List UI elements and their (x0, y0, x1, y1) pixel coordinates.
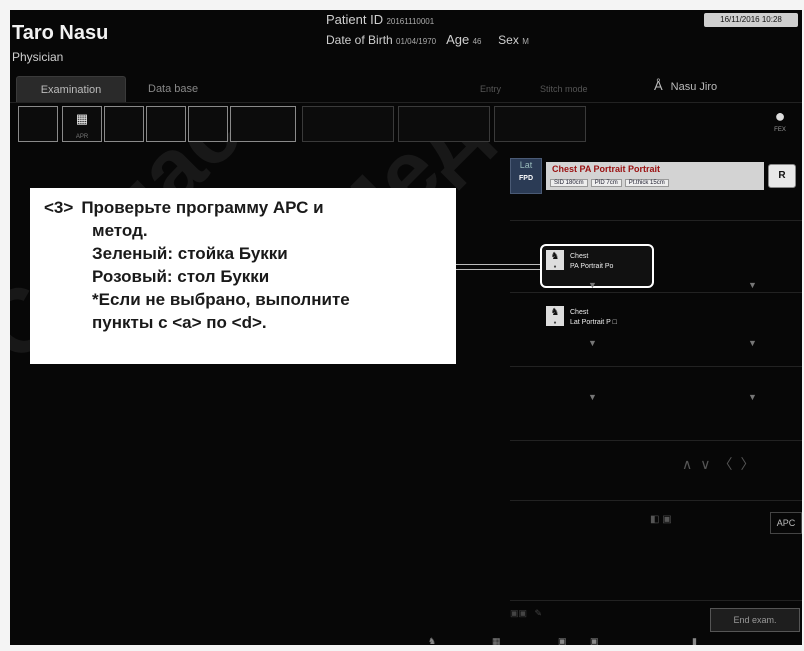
series-divider-6 (510, 600, 802, 601)
dob-value: 01/04/1970 (396, 37, 437, 46)
expand-triangle-6[interactable]: ▼ (748, 392, 757, 402)
age-value: 46 (472, 37, 482, 46)
fpd-bottom: FPD (519, 175, 533, 182)
footer-icon-2[interactable]: ▦ (492, 636, 501, 645)
image-slot-3[interactable] (104, 106, 144, 142)
thumb-pa-line2: PA Portrait Po (570, 263, 614, 270)
series-title: Chest PA Portrait Portrait (552, 164, 661, 174)
image-slot-7[interactable] (302, 106, 394, 142)
user-name: Taro Nasu (12, 22, 109, 44)
series-divider-3 (510, 366, 802, 367)
slot-sub-label: APR (75, 134, 89, 140)
callout-line-4: Розовый: стол Букки (92, 267, 270, 286)
image-slot-6[interactable] (230, 106, 296, 142)
pid-value: PID 7cm (590, 179, 622, 187)
callout-line-6: пункты с <a> по <d>. (92, 313, 267, 332)
person-icon: Å (654, 78, 663, 93)
expand-triangle-3[interactable]: ▼ (588, 338, 597, 348)
radiation-icon[interactable]: ● FEX (768, 106, 792, 133)
image-slot-2[interactable]: ▦ APR (62, 106, 102, 142)
grid-icon: ▦ (75, 111, 89, 126)
image-slot-8[interactable] (398, 106, 490, 142)
expand-triangle-5[interactable]: ▼ (588, 392, 597, 402)
footer-icon-5[interactable]: ▮ (692, 636, 697, 645)
datetime-display: 16/11/2016 10:28 (704, 13, 798, 27)
fpd-selector[interactable]: Lat FPD (510, 158, 542, 194)
footer-icon-4[interactable]: ▣ (590, 636, 599, 645)
bottom-tool-icons[interactable]: ▣▣ ✎ (510, 608, 542, 619)
image-slot-4[interactable] (146, 106, 186, 142)
operator-name: Nasu Jiro (670, 81, 718, 93)
radiation-icon-label: FEX (774, 127, 786, 133)
stitch-mode-label: Stitch mode (540, 84, 588, 94)
protocol-thumb-lat[interactable]: ♞ ● Chest Lat Portrait P □ (542, 302, 642, 336)
image-slot-9[interactable] (494, 106, 586, 142)
image-slot-5[interactable] (188, 106, 228, 142)
examination-screen: Сейчас Мед Taro Nasu Physician Patient I… (10, 10, 802, 645)
callout-text: <3> Проверьте программу АРС и метод. Зеле… (44, 196, 450, 334)
series-divider-5 (510, 500, 802, 501)
entry-label: Entry (480, 84, 502, 94)
apc-button[interactable]: APC (770, 512, 802, 534)
footer-icon-3[interactable]: ▣ (558, 636, 567, 645)
series-header[interactable]: Chest PA Portrait Portrait SID 180cm PID… (546, 162, 764, 190)
film-controls[interactable]: ◧ ▣ (650, 514, 672, 525)
callout-line-2: метод. (92, 221, 148, 240)
chest-icon-2: ♞ ● (546, 306, 564, 326)
thumb-label-lat: Chest Lat Portrait P □ (570, 309, 617, 326)
callout-step-tag: <3> (44, 198, 74, 217)
series-params: SID 180cm PID 7cm Pt.thick 15cm (550, 179, 669, 187)
patient-id-label: Patient ID (326, 12, 384, 27)
tab-data-base[interactable]: Data base (148, 76, 198, 102)
thumb-label-pa: Chest PA Portrait Po (570, 252, 613, 272)
callout-line-3: Зеленый: стойка Букки (92, 244, 288, 263)
dob-label: Date of Birth (326, 33, 393, 47)
chest-icon: ♞ ● (546, 250, 564, 270)
instruction-callout: <3> Проверьте программу АРС и метод. Зеле… (30, 188, 456, 364)
user-role: Physician (12, 50, 64, 64)
end-exam-button[interactable]: End exam. (710, 608, 800, 632)
r-marker-button[interactable]: R (768, 164, 796, 188)
sex-value: M (522, 37, 529, 46)
age-label: Age (446, 32, 470, 47)
thumb-lat-line2: Lat Portrait P (570, 319, 611, 326)
thickness-value: Pt.thick 15cm (624, 179, 669, 187)
image-slot-1[interactable] (18, 106, 58, 142)
fpd-top: Lat (519, 160, 533, 170)
sid-value: SID 180cm (550, 179, 588, 187)
expand-triangle-2[interactable]: ▼ (748, 280, 757, 290)
patient-id-row: Patient ID 20161110001 (326, 12, 434, 27)
expand-triangle-1[interactable]: ▼ (588, 280, 597, 290)
tab-examination[interactable]: Examination (16, 76, 126, 103)
tab-divider (10, 102, 802, 103)
callout-line-5: *Если не выбрано, выполните (92, 290, 350, 309)
callout-connector (456, 264, 540, 270)
thumb-lat-line1: Chest (570, 309, 589, 316)
patient-info-row: Date of Birth 01/04/1970 Age 46 Sex M (326, 32, 529, 47)
series-divider-1 (510, 220, 802, 221)
series-navigation[interactable]: ∧∨〈〉 (682, 454, 763, 474)
protocol-thumb-pa[interactable]: ♞ ● Chest PA Portrait Po (540, 244, 654, 288)
footer-icon-1[interactable]: ♞ (428, 636, 436, 645)
patient-id-value: 20161110001 (386, 17, 435, 26)
expand-triangle-4[interactable]: ▼ (748, 338, 757, 348)
operator[interactable]: Å Nasu Jiro (654, 78, 717, 93)
series-divider-2 (510, 292, 802, 293)
callout-line-1: Проверьте программу АРС и (81, 198, 324, 217)
sex-label: Sex (498, 33, 519, 47)
thumb-pa-line1: Chest (570, 253, 589, 260)
series-divider-4 (510, 440, 802, 441)
